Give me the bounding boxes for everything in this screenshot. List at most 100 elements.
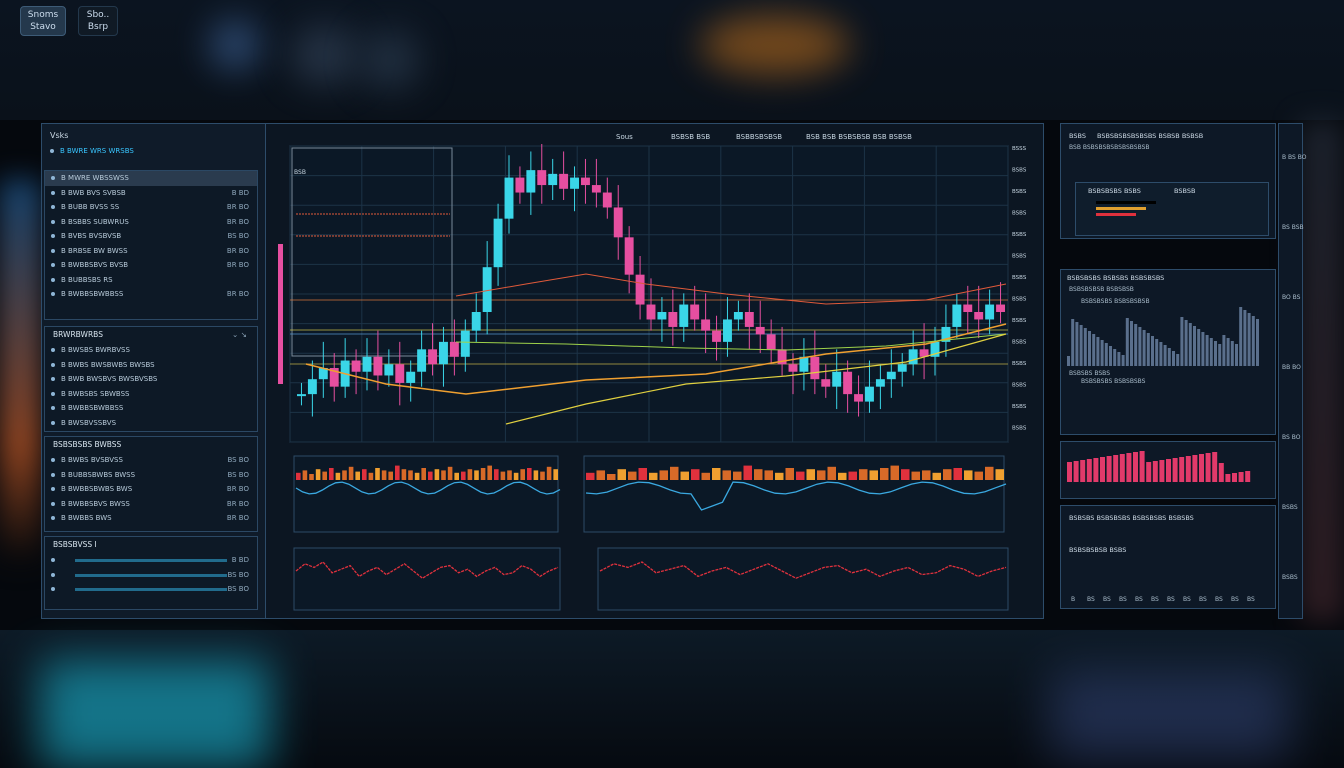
volume-bar [1226,338,1230,366]
watchlist-row[interactable]: B BWBBSBWBBSS [45,401,257,416]
histogram-bar [421,468,426,480]
candle-body [832,371,842,387]
y-tick-label: BSBS [1012,383,1027,389]
histogram-bar [480,468,486,480]
watchlist-row[interactable]: B BWBSBS SBWBSS [45,387,257,402]
candle-body [886,371,896,380]
mini-bar [1096,213,1136,216]
volume-bar [1109,346,1112,366]
candle-body [602,192,612,208]
bottom-subtitle: BSBSBSBSB BSBS [1069,546,1127,554]
watchlist-row[interactable]: B BWBS BVSBVSS BS BO [45,453,257,468]
tick-label: BS [1183,596,1191,603]
watchlist-row[interactable]: BS BO [45,582,257,597]
row-label: B BUBBSBWBS BWSS [61,470,136,479]
bullet-icon [51,458,55,462]
group-header-label: BSBSBSBS BWBSS [53,440,122,449]
histogram-bar [890,465,899,480]
pink-bar [1106,456,1112,482]
watchlist-top-item[interactable]: B BWRE WRS WRSBS [44,144,256,159]
pink-bar [1192,455,1198,482]
watchlist-row[interactable]: B BWSBVSSBVS [45,416,257,431]
volume-bar [1193,326,1196,366]
top-second-button[interactable]: Sbo.. Bsrp [78,6,118,36]
watchlist-row[interactable]: B BRBSE BW BWSS BR BO [45,244,257,259]
group-header[interactable]: BRWRBWRBS ⌄ ↘ [45,327,257,343]
watchlist-row[interactable]: B BVBS BVSBVSB BS BO [45,229,257,244]
group-header[interactable]: BSBSBSBS BWBSS [45,437,257,453]
histogram-bar [806,469,815,480]
histogram-bar [507,470,512,480]
tick-label: BS [1167,596,1175,603]
progress-bar [75,573,227,577]
histogram-bar [414,472,420,480]
histogram-bar [447,466,453,480]
bullet-icon [51,472,55,477]
watchlist-row[interactable]: B BWBS BWSBWBS BWSBS [45,358,257,373]
histogram-bar [995,469,1004,480]
bullet-icon [51,558,55,562]
row-label: B BWBS BVSBVSS [61,456,123,464]
watchlist-row[interactable]: B BWBBSBWBBSS BR BO [45,287,257,302]
volume-bar [1121,355,1125,366]
watchlist-row[interactable]: B BWBBSBWBS BWS BR BO [45,482,257,497]
candle-body [712,330,721,342]
volume-bar [1205,335,1209,366]
watchlist-panel: Vsks B BWRE WRS WRSBS B MWRE WBSSWSS B BW… [42,124,266,618]
histogram-bar [880,468,889,480]
histogram-bar [596,470,605,480]
bokeh-light [290,25,360,85]
candle-body [515,177,525,193]
pink-bar [1139,451,1145,482]
watchlist-row[interactable]: B BUBBSBWBS BWSS BS BO [45,468,257,483]
collapse-icon[interactable]: ⌄ ↘ [232,327,247,343]
bullet-icon [51,190,55,195]
background-top [0,0,1344,120]
top-left-button[interactable]: Snoms Stavo [20,6,66,36]
watchlist-row[interactable]: BS BO [45,568,257,583]
group-header-label: BRWRBWRBS [53,330,103,339]
candle-body [482,267,492,312]
row-value: BR BO [226,499,249,508]
watchlist-row[interactable]: B BSBBS SUBWRUS BR BO [45,215,257,230]
watchlist-group: B MWRE WBSSWSS B BWB BVS SVBSB B BD B BUBB … [44,170,258,320]
volume-bar [1239,307,1243,366]
progress-bar [75,588,227,591]
candle-body [581,177,590,186]
side-value: BO BS [1282,294,1301,301]
volume-bar [1214,341,1217,366]
watchlist-row[interactable]: B BWBBS BWS BR BO [45,511,257,526]
watchlist-row[interactable]: B BD [45,553,257,568]
watchlist-row[interactable]: B BWBBSBVS BVSB BR BO [45,258,257,273]
watchlist-row[interactable]: B BUBBSBS RS [45,273,257,288]
candle-body [766,334,776,350]
watchlist-row[interactable]: B BWSBS BWRBVSS [45,343,257,358]
y-tick-label: BSBS [1012,404,1027,410]
pink-bar [1232,473,1237,482]
watchlist-row[interactable]: B BUBB BVSS SS BR BO [45,200,257,215]
row-value: BR BO [226,290,249,298]
histogram-bar [848,471,857,480]
row-label: B BWBS BWSBWBS BWSBS [61,360,155,369]
trading-window: Vsks B BWRE WRS WRSBS B MWRE WBSSWSS B BW… [41,123,1044,619]
chart-canvas[interactable]: Sous BSBSB BSB BSBBSBSBSB BSB BSB BSBSBSB B… [266,124,1043,618]
histogram-bar [540,471,545,480]
histogram-bar [296,472,301,480]
watchlist-row[interactable]: B BWBBSBVS BWSS BR BO [45,497,257,512]
tick-label: B [1071,596,1076,603]
chart-title-part: BSBBSBSBSB [736,133,782,141]
watchlist-row[interactable]: B MWRE WBSSWSS [45,171,257,186]
watchlist-row[interactable]: B BWB BVS SVBSB B BD [45,186,257,201]
bullet-icon [51,292,55,296]
y-tick-label: BSBS [1012,297,1027,303]
group-header[interactable]: BSBSBVSS I [45,537,257,553]
pink-bar [1238,472,1244,482]
pink-bar [1212,452,1218,482]
histogram-bar [500,471,506,480]
y-tick-label: BSBS [1012,275,1027,281]
histogram-bar [388,471,393,480]
chart-area: Sous BSBSB BSB BSBBSBSBSB BSB BSB BSBSBSB B… [266,124,1043,618]
watchlist-row[interactable]: B BWB BWSBVS BWSBVSBS [45,372,257,387]
histogram-bar [722,470,731,480]
histogram-bar [401,469,407,480]
